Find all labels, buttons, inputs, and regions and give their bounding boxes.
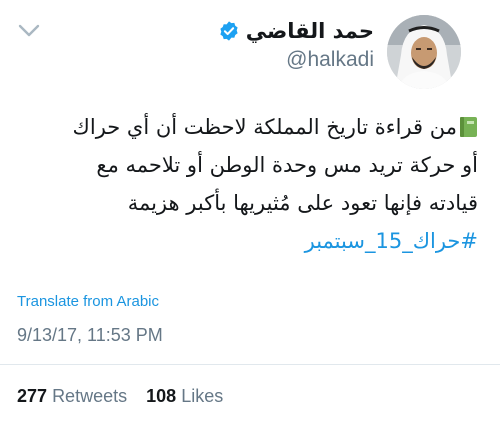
tweet-text: من قراءة تاريخ المملكة لاحظت أن أي حراك … [18,108,478,260]
tweet-line-1: من قراءة تاريخ المملكة لاحظت أن أي حراك [18,108,478,146]
likes-count: 108 [146,386,177,406]
tweet-line-1-text: من قراءة تاريخ المملكة لاحظت أن أي حراك [72,115,457,139]
avatar-photo [387,15,461,89]
tweet-line-2: أو حركة تريد مس وحدة الوطن أو تلاحمه مع [96,153,478,177]
likes-label: Likes [181,386,224,406]
tweet-line-3: قيادته فإنها تعود على مُثيريها بأكبر هزي… [127,191,478,215]
green-book-icon [460,117,477,137]
hashtag-link[interactable]: #حراك_15_سبتمبر [305,229,478,253]
tweet-timestamp[interactable]: 9/13/17, 11:53 PM [17,325,163,346]
author-handle[interactable]: @halkadi [286,48,374,72]
translate-link[interactable]: Translate from Arabic [17,293,159,310]
divider [0,364,500,365]
author-display-name[interactable]: حمد القاضي [246,19,374,43]
retweets-label: Retweets [52,386,128,406]
avatar[interactable] [387,15,461,89]
verified-badge-icon [220,21,238,41]
retweets-count: 277 [17,386,48,406]
tweet-stats: 277 Retweets 108 Likes [17,386,237,407]
author-name-row: حمد القاضي [218,17,374,45]
retweets-stat[interactable]: 277 Retweets [17,386,127,407]
tweet-hashtag-line: #حراك_15_سبتمبر [18,222,478,260]
likes-stat[interactable]: 108 Likes [146,386,223,407]
tweet-card: حمد القاضي @halkadi من قراءة تاريخ الممل… [0,0,500,429]
chevron-down-icon[interactable] [18,24,40,38]
